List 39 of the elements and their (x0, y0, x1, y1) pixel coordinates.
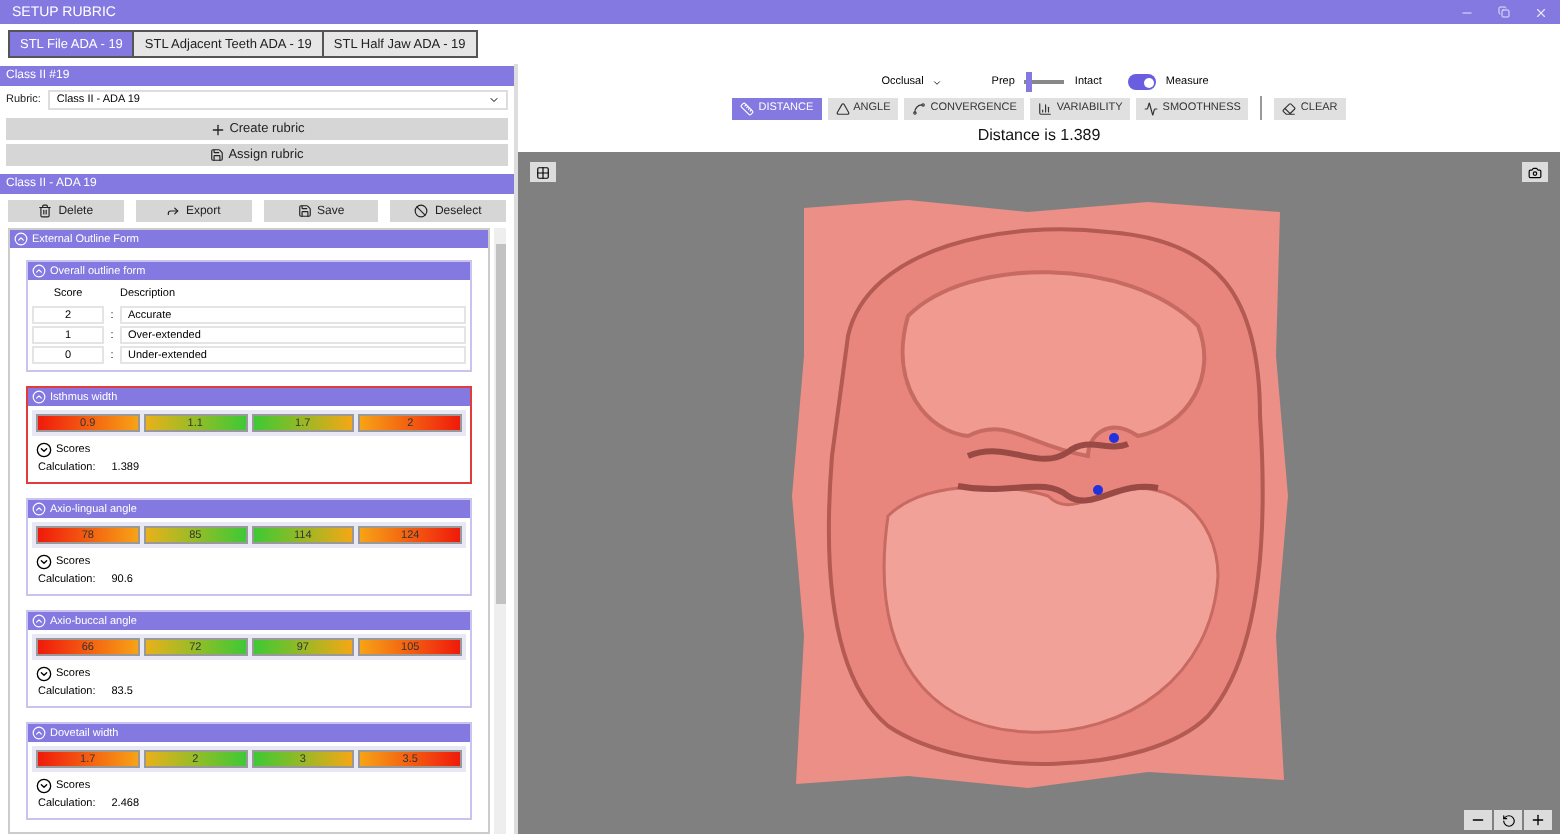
collapse-icon[interactable] (32, 390, 46, 404)
scrollbar[interactable] (494, 228, 506, 834)
eraser-icon (1282, 101, 1297, 115)
plus-icon (1530, 812, 1546, 828)
dropdown-caret-icon (931, 77, 942, 87)
wave-icon (1144, 101, 1159, 115)
curve-icon (912, 101, 927, 115)
rotate-icon (1501, 813, 1515, 827)
collapse-icon[interactable] (14, 232, 28, 246)
close-icon[interactable] (1534, 5, 1548, 19)
plus-icon (209, 121, 226, 137)
angle-icon (835, 101, 850, 115)
zoom-out-button[interactable] (1464, 810, 1492, 830)
trash-icon (38, 204, 53, 218)
save-icon (210, 148, 225, 162)
collapse-icon[interactable] (32, 614, 46, 628)
slider-thumb[interactable] (1026, 72, 1033, 92)
camera-icon (1528, 165, 1542, 179)
zoom-in-button[interactable] (1524, 810, 1552, 830)
expand-icon[interactable] (36, 778, 52, 794)
collapse-icon[interactable] (32, 264, 46, 278)
expand-icon[interactable] (36, 442, 52, 458)
camera-button[interactable] (1522, 162, 1548, 182)
expand-icon[interactable] (36, 666, 52, 682)
no-entry-icon (414, 204, 429, 218)
dropdown-caret-icon (488, 94, 500, 106)
collapse-icon[interactable] (32, 726, 46, 740)
restore-icon[interactable] (1498, 6, 1510, 18)
chart-icon (1038, 101, 1053, 115)
forward-arrow-icon (165, 204, 180, 218)
ruler-icon (740, 101, 755, 115)
measurement-result: Distance is 1.389 (977, 126, 1101, 144)
grid-button[interactable] (530, 162, 556, 182)
expand-icon[interactable] (36, 554, 52, 570)
reset-view-button[interactable] (1494, 810, 1522, 830)
collapse-icon[interactable] (32, 502, 46, 516)
save-icon (297, 204, 312, 218)
grid-icon (536, 165, 550, 179)
measure-toggle[interactable] (1127, 74, 1156, 90)
